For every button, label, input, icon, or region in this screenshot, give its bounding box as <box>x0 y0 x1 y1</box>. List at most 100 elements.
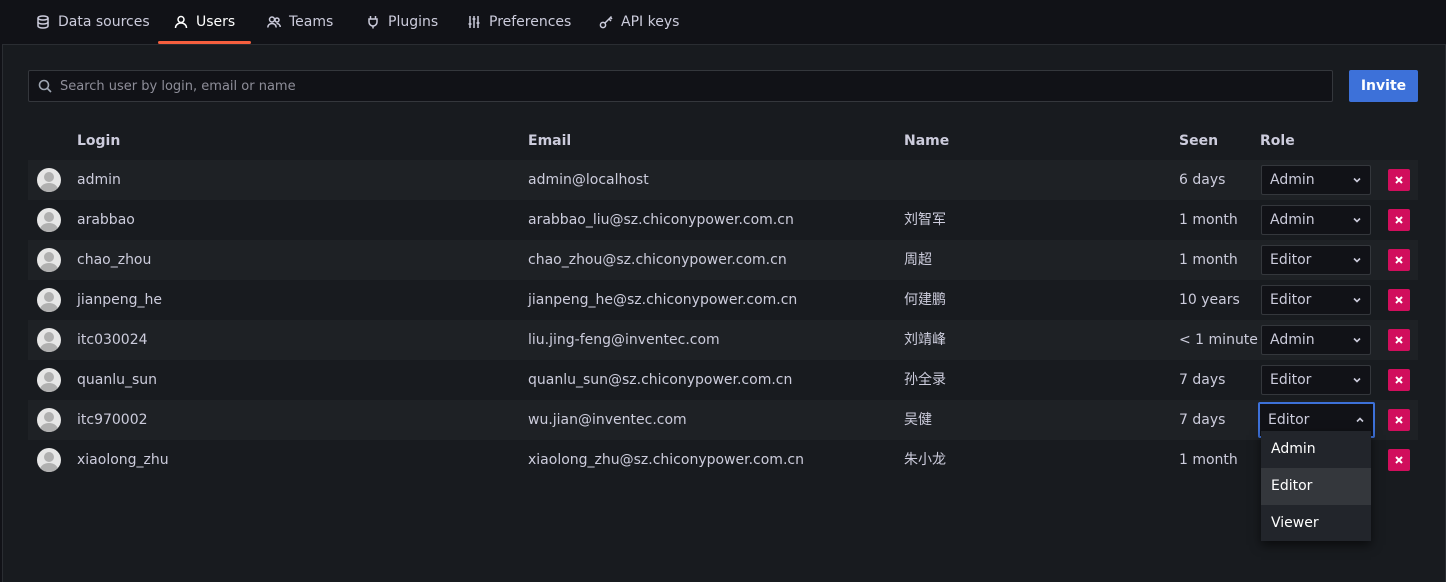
user-login: arabbao <box>77 212 135 228</box>
user-last-seen: 1 month <box>1179 252 1238 268</box>
chevron-down-icon <box>1353 297 1361 303</box>
close-icon <box>1395 216 1403 224</box>
table-row: xiaolong_zhu xiaolong_zhu@sz.chiconypower… <box>28 440 1418 480</box>
role-select[interactable]: Editor <box>1261 245 1371 275</box>
table-row: quanlu_sun quanlu_sun@sz.chiconypower.com… <box>28 360 1418 400</box>
tab-label: Teams <box>289 14 334 30</box>
user-last-seen: 1 month <box>1179 212 1238 228</box>
delete-user-button[interactable] <box>1388 449 1410 471</box>
table-row: itc970002 wu.jian@inventec.com 吴健 7 days Edi… <box>28 400 1418 440</box>
user-last-seen: 1 month <box>1179 452 1238 468</box>
role-dropdown-menu: Admin Editor Viewer <box>1261 431 1371 541</box>
invite-button[interactable]: Invite <box>1349 70 1418 102</box>
user-email: jianpeng_he@sz.chiconypower.com.cn <box>528 292 798 308</box>
search-icon <box>38 79 52 93</box>
role-option-admin[interactable]: Admin <box>1261 431 1371 468</box>
avatar <box>37 368 61 392</box>
user-email: arabbao_liu@sz.chiconypower.com.cn <box>528 212 794 228</box>
column-header-email: Email <box>528 133 572 149</box>
delete-user-button[interactable] <box>1388 329 1410 351</box>
tab-data-sources[interactable]: Data sources <box>36 0 150 44</box>
tab-users[interactable]: Users <box>158 0 252 44</box>
tab-label: Plugins <box>388 14 439 30</box>
user-name: 孙全录 <box>904 372 946 388</box>
user-name: 何建鹏 <box>904 292 946 308</box>
delete-user-button[interactable] <box>1388 369 1410 391</box>
user-login: xiaolong_zhu <box>77 452 169 468</box>
chevron-down-icon <box>1353 217 1361 223</box>
delete-user-button[interactable] <box>1388 289 1410 311</box>
user-email: xiaolong_zhu@sz.chiconypower.com.cn <box>528 452 804 468</box>
tab-preferences[interactable]: Preferences <box>467 0 571 44</box>
tab-label: Data sources <box>58 14 150 30</box>
chevron-down-icon <box>1353 337 1361 343</box>
user-login: jianpeng_he <box>77 292 162 308</box>
user-email: chao_zhou@sz.chiconypower.com.cn <box>528 252 787 268</box>
table-row: arabbao arabbao_liu@sz.chiconypower.com.c… <box>28 200 1418 240</box>
close-icon <box>1395 456 1403 464</box>
avatar <box>37 448 61 472</box>
column-header-login: Login <box>77 133 121 149</box>
delete-user-button[interactable] <box>1388 409 1410 431</box>
delete-user-button[interactable] <box>1388 169 1410 191</box>
user-login: quanlu_sun <box>77 372 158 388</box>
user-login: itc970002 <box>77 412 148 428</box>
avatar <box>37 408 61 432</box>
close-icon <box>1395 336 1403 344</box>
tab-plugins[interactable]: Plugins <box>366 0 438 44</box>
key-icon <box>599 15 613 29</box>
tab-label: Users <box>196 14 236 30</box>
close-icon <box>1395 256 1403 264</box>
sliders-icon <box>468 16 480 28</box>
avatar <box>37 248 61 272</box>
avatar <box>37 328 61 352</box>
user-email: quanlu_sun@sz.chiconypower.com.cn <box>528 372 793 388</box>
user-last-seen: < 1 minute <box>1179 332 1258 348</box>
role-select[interactable]: Editor <box>1261 285 1371 315</box>
user-login: itc030024 <box>77 332 148 348</box>
role-value: Editor <box>1270 292 1312 308</box>
chevron-down-icon <box>1353 177 1361 183</box>
avatar <box>37 288 61 312</box>
user-last-seen: 7 days <box>1179 372 1226 388</box>
avatar <box>37 168 61 192</box>
column-header-seen: Seen <box>1179 133 1219 149</box>
settings-tabs: Data sources Users Teams Plugins Prefere… <box>0 0 1446 44</box>
role-select[interactable]: Admin <box>1261 205 1371 235</box>
user-last-seen: 10 years <box>1179 292 1240 308</box>
column-header-name: Name <box>904 133 950 149</box>
delete-user-button[interactable] <box>1388 249 1410 271</box>
search-box[interactable] <box>28 70 1333 102</box>
tab-label: Preferences <box>489 14 572 30</box>
database-icon <box>37 15 49 29</box>
role-value: Editor <box>1270 252 1312 268</box>
user-name: 刘智军 <box>904 212 946 228</box>
close-icon <box>1395 416 1403 424</box>
tab-label: API keys <box>621 14 680 30</box>
column-header-role: Role <box>1260 133 1295 149</box>
role-value: Admin <box>1270 212 1315 228</box>
user-email: wu.jian@inventec.com <box>528 412 687 428</box>
role-value: Admin <box>1270 332 1315 348</box>
plug-icon <box>368 16 378 29</box>
user-name: 周超 <box>904 252 932 268</box>
close-icon <box>1395 176 1403 184</box>
role-select[interactable]: Admin <box>1261 165 1371 195</box>
role-select[interactable]: Admin <box>1261 325 1371 355</box>
user-login: admin <box>77 172 121 188</box>
role-select[interactable]: Editor <box>1261 365 1371 395</box>
table-row: itc030024 liu.jing-feng@inventec.com 刘靖峰 < … <box>28 320 1418 360</box>
delete-user-button[interactable] <box>1388 209 1410 231</box>
user-last-seen: 7 days <box>1179 412 1226 428</box>
avatar <box>37 208 61 232</box>
role-option-viewer[interactable]: Viewer <box>1261 505 1371 542</box>
user-email: admin@localhost <box>528 172 649 188</box>
chevron-up-icon <box>1356 417 1364 423</box>
role-option-editor[interactable]: Editor <box>1261 468 1371 505</box>
role-value: Admin <box>1270 172 1315 188</box>
chevron-down-icon <box>1353 257 1361 263</box>
search-input[interactable] <box>58 77 1322 95</box>
tab-api-keys[interactable]: API keys <box>599 0 679 44</box>
close-icon <box>1395 376 1403 384</box>
tab-teams[interactable]: Teams <box>267 0 333 44</box>
